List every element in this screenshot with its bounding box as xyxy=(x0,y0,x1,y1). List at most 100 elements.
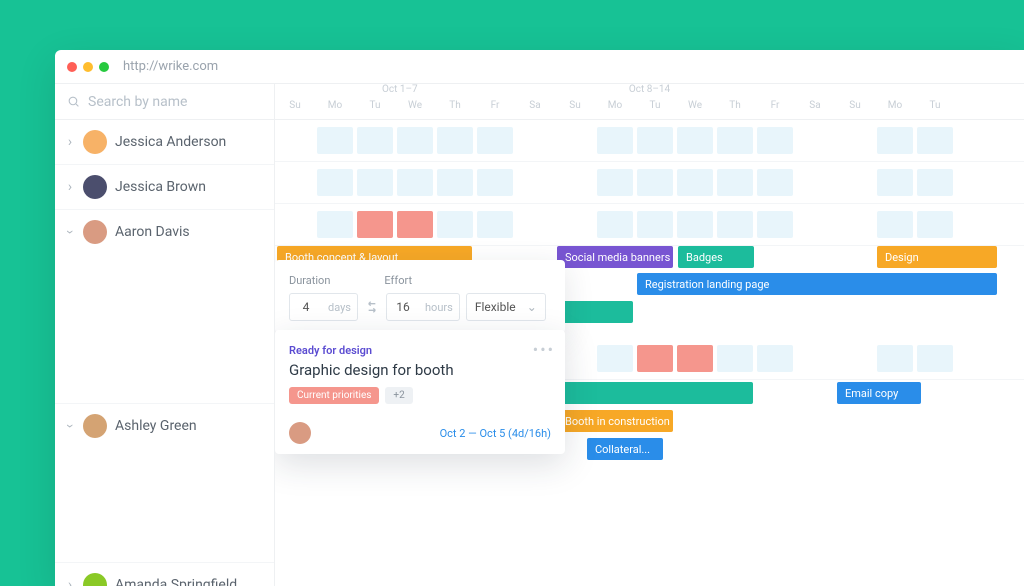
day-label: Fr xyxy=(755,100,795,119)
task-bar[interactable]: Badges xyxy=(678,246,754,268)
titlebar: http://wrike.com xyxy=(55,50,1024,84)
day-label: Mo xyxy=(315,100,355,119)
duration-input[interactable] xyxy=(290,300,322,314)
chevron-right-icon: › xyxy=(65,577,75,586)
swap-icon xyxy=(364,299,380,315)
close-dot[interactable] xyxy=(67,62,77,72)
allocation-block[interactable] xyxy=(317,211,353,238)
mode-value: Flexible xyxy=(475,300,516,314)
person-row[interactable]: › Amanda Springfield xyxy=(55,563,274,586)
day-label: Su xyxy=(275,100,315,119)
allocation-block[interactable] xyxy=(757,169,793,196)
allocation-block-over[interactable] xyxy=(397,211,433,238)
allocation-block[interactable] xyxy=(637,127,673,154)
avatar xyxy=(83,573,107,586)
allocation-block-over[interactable] xyxy=(357,211,393,238)
task-bar[interactable]: Registration landing page xyxy=(637,273,997,295)
window-controls xyxy=(67,62,109,72)
allocation-block[interactable] xyxy=(397,169,433,196)
timeline-lane xyxy=(275,204,1024,246)
day-label: Sa xyxy=(515,100,555,119)
allocation-block[interactable] xyxy=(677,169,713,196)
task-daterange: Oct 2 — Oct 5 (4d/16h) xyxy=(440,427,551,440)
effort-input[interactable] xyxy=(387,300,419,314)
allocation-block[interactable] xyxy=(877,127,913,154)
sidebar-spacer xyxy=(55,448,274,563)
day-label: We xyxy=(395,100,435,119)
allocation-block[interactable] xyxy=(637,211,673,238)
person-row[interactable]: › Jessica Brown xyxy=(55,165,274,210)
week-label: Oct 8–14 xyxy=(525,84,775,100)
allocation-block[interactable] xyxy=(437,169,473,196)
mode-select[interactable]: Flexible ⌄ xyxy=(466,293,546,321)
allocation-block[interactable] xyxy=(677,127,713,154)
day-label: Su xyxy=(555,100,595,119)
allocation-block[interactable] xyxy=(717,211,753,238)
allocation-block[interactable] xyxy=(717,345,753,372)
task-bar[interactable]: Booth in construction xyxy=(557,410,673,432)
allocation-block[interactable] xyxy=(757,345,793,372)
zoom-dot[interactable] xyxy=(99,62,109,72)
chevron-down-icon: › xyxy=(62,421,78,431)
person-row[interactable]: › Ashley Green xyxy=(55,404,274,448)
allocation-block[interactable] xyxy=(877,169,913,196)
allocation-block[interactable] xyxy=(917,211,953,238)
allocation-block[interactable] xyxy=(757,127,793,154)
allocation-block[interactable] xyxy=(597,211,633,238)
task-bar[interactable]: Email copy xyxy=(837,382,921,404)
allocation-block[interactable] xyxy=(717,127,753,154)
allocation-block[interactable] xyxy=(357,169,393,196)
allocation-block[interactable] xyxy=(877,345,913,372)
day-label: We xyxy=(675,100,715,119)
allocation-block[interactable] xyxy=(757,211,793,238)
allocation-block[interactable] xyxy=(357,127,393,154)
allocation-block[interactable] xyxy=(597,127,633,154)
allocation-block-over[interactable] xyxy=(637,345,673,372)
allocation-block[interactable] xyxy=(717,169,753,196)
person-row[interactable]: › Jessica Anderson xyxy=(55,120,274,165)
allocation-block[interactable] xyxy=(317,127,353,154)
allocation-block[interactable] xyxy=(597,345,633,372)
chevron-down-icon: ⌄ xyxy=(527,300,537,314)
duration-input-group: days xyxy=(289,293,358,321)
person-name: Jessica Brown xyxy=(115,179,206,195)
tag[interactable]: Current priorities xyxy=(289,387,379,404)
allocation-block[interactable] xyxy=(397,127,433,154)
allocation-block[interactable] xyxy=(877,211,913,238)
minimize-dot[interactable] xyxy=(83,62,93,72)
task-bar[interactable]: Social media banners xyxy=(557,246,673,268)
day-label: Sa xyxy=(795,100,835,119)
timeline-lane xyxy=(275,120,1024,162)
person-name: Jessica Anderson xyxy=(115,134,226,150)
search-input[interactable]: Search by name xyxy=(55,84,274,120)
task-bar[interactable]: Collateral... xyxy=(587,438,663,460)
allocation-block[interactable] xyxy=(317,169,353,196)
allocation-block[interactable] xyxy=(637,169,673,196)
duration-effort-panel: Duration Effort days hours Flexible xyxy=(275,260,565,333)
more-icon[interactable]: ••• xyxy=(533,340,555,359)
address-bar: http://wrike.com xyxy=(123,59,218,74)
allocation-block[interactable] xyxy=(597,169,633,196)
task-bar[interactable] xyxy=(557,301,633,323)
allocation-block[interactable] xyxy=(917,127,953,154)
timeline-grid: Oct 1–7 Oct 8–14 SuMoTuWeThFrSaSuMoTuWeT… xyxy=(275,84,1024,586)
allocation-block[interactable] xyxy=(477,127,513,154)
task-bar[interactable] xyxy=(557,382,753,404)
assignee-avatar[interactable] xyxy=(289,422,311,444)
person-row[interactable]: › Aaron Davis xyxy=(55,210,274,254)
allocation-block[interactable] xyxy=(477,169,513,196)
tag-more[interactable]: +2 xyxy=(385,387,412,404)
task-bar[interactable]: Design xyxy=(877,246,997,268)
day-label: Mo xyxy=(875,100,915,119)
day-label: Th xyxy=(435,100,475,119)
allocation-block[interactable] xyxy=(917,345,953,372)
allocation-block[interactable] xyxy=(917,169,953,196)
week-label: Oct 1–7 xyxy=(275,84,525,100)
allocation-block[interactable] xyxy=(437,211,473,238)
day-label: Su xyxy=(835,100,875,119)
sidebar-spacer xyxy=(55,254,274,404)
allocation-block-over[interactable] xyxy=(677,345,713,372)
allocation-block[interactable] xyxy=(677,211,713,238)
allocation-block[interactable] xyxy=(437,127,473,154)
allocation-block[interactable] xyxy=(477,211,513,238)
